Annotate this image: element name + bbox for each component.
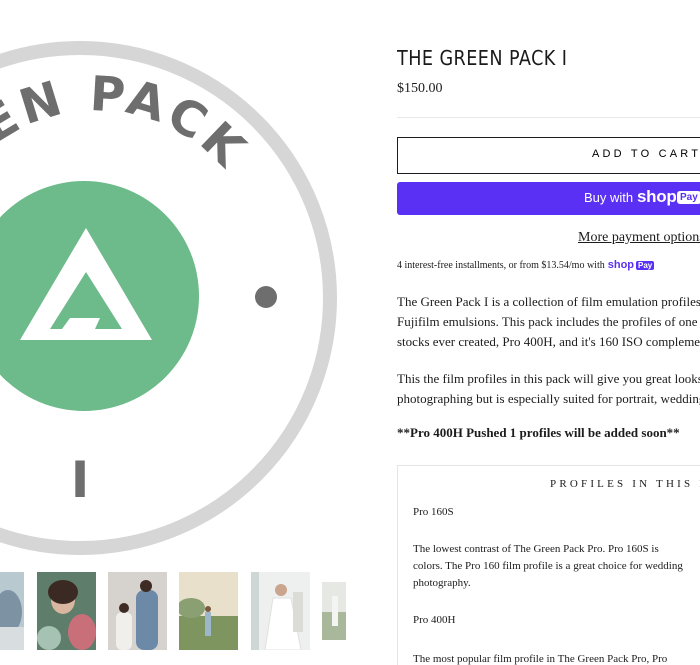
shop-pay-badge: Pay (677, 191, 700, 204)
thumbnail-3[interactable] (108, 572, 167, 650)
buy-with-label: Buy with (584, 190, 634, 205)
profile-title: Pro 400H (413, 614, 456, 626)
description-line: The Green Pack I is a collection of film… (397, 294, 700, 309)
profile-description: The most popular film profile in The Gre… (413, 651, 667, 665)
description-paragraph-2: This the film profiles in this pack will… (397, 369, 700, 409)
profiles-note-text: **Pro 400H Pushed 1 profiles will be add… (397, 425, 680, 440)
add-to-cart-label: ADD TO CART (592, 148, 700, 160)
thumbnail-2[interactable] (37, 572, 96, 650)
product-title: THE GREEN PACK I (397, 46, 568, 71)
description-paragraph-1: The Green Pack I is a collection of film… (397, 292, 700, 352)
thumbnail-6[interactable] (322, 582, 346, 640)
profile-description-line: The lowest contrast of The Green Pack Pr… (413, 543, 659, 555)
shop-pay-logo-icon[interactable]: shop (608, 259, 634, 271)
hero-dot (255, 286, 277, 308)
hero-numeral: I (71, 451, 90, 509)
product-gallery: GREEN PACK I (0, 0, 360, 665)
profiles-note: **Pro 400H Pushed 1 profiles will be add… (397, 425, 680, 441)
more-payment-options-link[interactable]: More payment options (578, 230, 700, 246)
divider (397, 117, 700, 118)
thumbnail-strip (0, 572, 360, 650)
description-line: Fujifilm emulsions. This pack includes t… (397, 314, 700, 329)
profile-description: The lowest contrast of The Green Pack Pr… (413, 541, 683, 592)
add-to-cart-button[interactable]: ADD TO CART (397, 137, 700, 174)
profile-title: Pro 160S (413, 506, 454, 518)
buy-with-shop-pay-button[interactable]: Buy with shop Pay (397, 182, 700, 215)
description-line: This the film profiles in this pack will… (397, 371, 700, 386)
product-price: $150.00 (397, 81, 443, 96)
installments-text: 4 interest-free installments, or from $1… (397, 260, 605, 271)
shop-pay-logo-badge: Pay (636, 261, 655, 270)
installments-info: 4 interest-free installments, or from $1… (397, 259, 655, 271)
profile-description-line: photography. (413, 577, 471, 589)
description-line: stocks ever created, Pro 400H, and it's … (397, 334, 700, 349)
thumbnail-5[interactable] (251, 572, 310, 650)
thumbnail-4[interactable] (179, 572, 238, 650)
description-line: photographing but is especially suited f… (397, 391, 700, 406)
profiles-box-header: PROFILES IN THIS PACK (550, 478, 700, 490)
profile-description-line: The most popular film profile in The Gre… (413, 653, 668, 665)
profile-description-line: colors. The Pro 160 film profile is a gr… (413, 560, 683, 572)
hero-image[interactable]: GREEN PACK I (0, 0, 360, 565)
shop-logo-icon: shop (637, 187, 677, 206)
profiles-box: PROFILES IN THIS PACK Pro 160S The lowes… (397, 465, 700, 665)
product-info: THE GREEN PACK I $150.00 ADD TO CART Buy… (397, 0, 700, 665)
thumbnail-1[interactable] (0, 572, 24, 650)
